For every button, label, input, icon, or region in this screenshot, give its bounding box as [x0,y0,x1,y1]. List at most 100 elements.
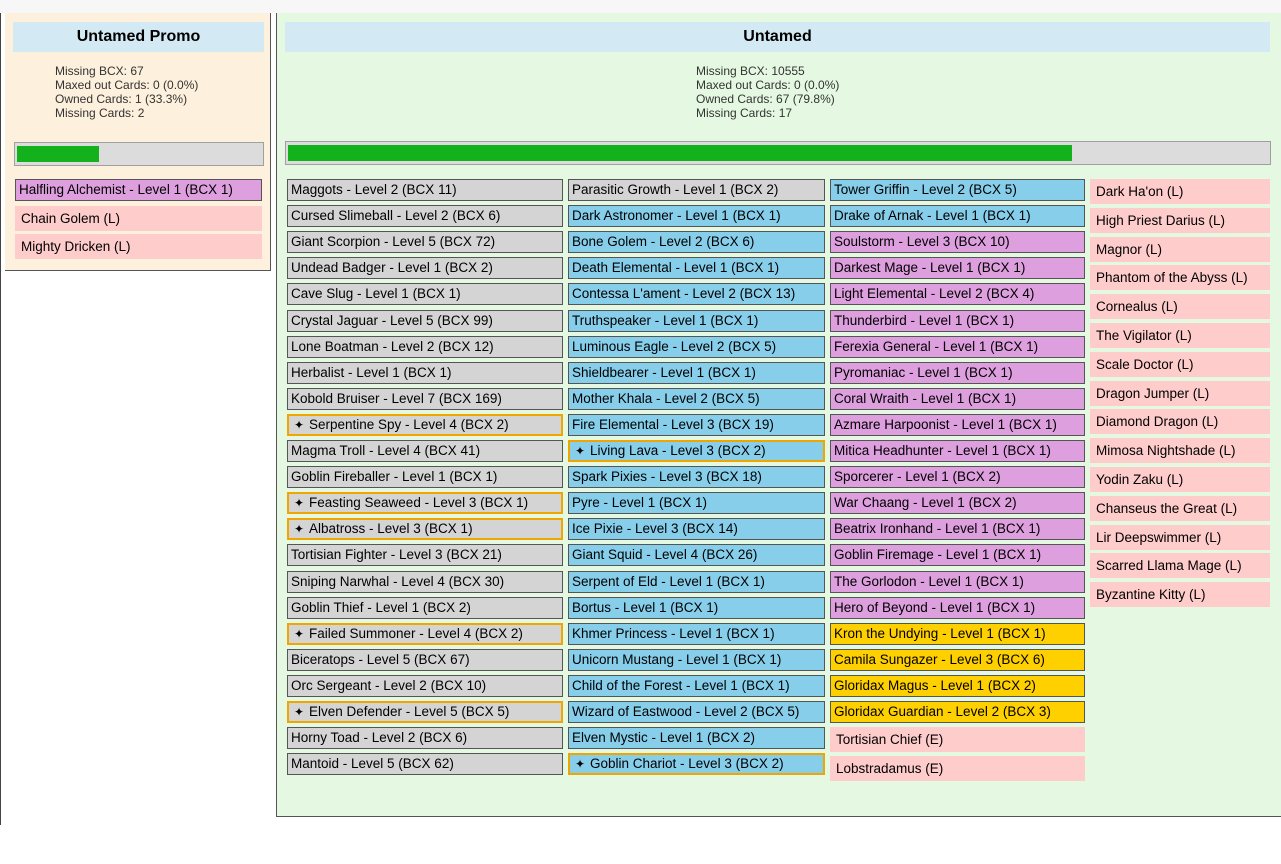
card-label: The Vigilator (L) [1096,328,1192,343]
card-sniping-narwhal[interactable]: Sniping Narwhal - Level 4 (BCX 30) [287,570,563,593]
card-mother-khala[interactable]: Mother Khala - Level 2 (BCX 5) [568,387,825,410]
card-beatrix-ironhand[interactable]: Beatrix Ironhand - Level 1 (BCX 1) [830,518,1085,541]
card-phantom-of-the-abyss[interactable]: Phantom of the Abyss (L) [1090,265,1270,291]
card-death-elemental[interactable]: Death Elemental - Level 1 (BCX 1) [568,257,825,280]
card-lone-boatman[interactable]: Lone Boatman - Level 2 (BCX 12) [287,335,563,358]
card-goblin-thief[interactable]: Goblin Thief - Level 1 (BCX 2) [287,596,563,619]
card-wizard-of-eastwood[interactable]: Wizard of Eastwood - Level 2 (BCX 5) [568,701,825,723]
card-label: Mother Khala - Level 2 (BCX 5) [572,390,760,406]
card-mitica-headhunter[interactable]: Mitica Headhunter - Level 1 (BCX 1) [830,440,1085,462]
card-scale-doctor[interactable]: Scale Doctor (L) [1090,351,1270,377]
card-parasitic-growth[interactable]: Parasitic Growth - Level 1 (BCX 2) [568,179,825,201]
card-darkest-mage[interactable]: Darkest Mage - Level 1 (BCX 1) [830,257,1085,280]
card-magnor[interactable]: Magnor (L) [1090,236,1270,262]
card-pyre[interactable]: Pyre - Level 1 (BCX 1) [568,492,825,515]
card-lir-deepswimmer[interactable]: Lir Deepswimmer (L) [1090,524,1270,550]
card-elven-mystic[interactable]: Elven Mystic - Level 1 (BCX 2) [568,727,825,750]
panel-title: Untamed [285,22,1270,52]
card-spark-pixies[interactable]: Spark Pixies - Level 3 (BCX 18) [568,466,825,489]
card-war-chaang[interactable]: War Chaang - Level 1 (BCX 2) [830,492,1085,515]
card-shieldbearer[interactable]: Shieldbearer - Level 1 (BCX 1) [568,361,825,384]
card-undead-badger[interactable]: Undead Badger - Level 1 (BCX 2) [287,257,563,280]
card-drake-of-arnak[interactable]: Drake of Arnak - Level 1 (BCX 1) [830,205,1085,228]
card-truthspeaker[interactable]: Truthspeaker - Level 1 (BCX 1) [568,309,825,332]
card-goblin-chariot[interactable]: ✦ Goblin Chariot - Level 3 (BCX 2) [568,753,825,776]
card-gloridax-guardian[interactable]: Gloridax Guardian - Level 2 (BCX 3) [830,701,1085,723]
card-feasting-seaweed[interactable]: ✦ Feasting Seaweed - Level 3 (BCX 1) [287,492,563,515]
card-high-priest-darius[interactable]: High Priest Darius (L) [1090,207,1270,233]
card-dark-astronomer[interactable]: Dark Astronomer - Level 1 (BCX 1) [568,205,825,228]
card-the-gorlodon[interactable]: The Gorlodon - Level 1 (BCX 1) [830,570,1085,593]
card-label: Azmare Harpoonist - Level 1 (BCX 1) [834,416,1057,432]
card-scarred-llama-mage[interactable]: Scarred Llama Mage (L) [1090,553,1270,579]
card-bortus[interactable]: Bortus - Level 1 (BCX 1) [568,596,825,619]
card-cornealus[interactable]: Cornealus (L) [1090,294,1270,320]
card-tower-griffin[interactable]: Tower Griffin - Level 2 (BCX 5) [830,179,1085,201]
card-chanseus-the-great[interactable]: Chanseus the Great (L) [1090,495,1270,521]
card-tortisian-chief[interactable]: Tortisian Chief (E) [830,727,1085,753]
card-soulstorm[interactable]: Soulstorm - Level 3 (BCX 10) [830,231,1085,254]
card-cursed-slimeball[interactable]: Cursed Slimeball - Level 2 (BCX 6) [287,205,563,228]
card-kron-the-undying[interactable]: Kron the Undying - Level 1 (BCX 1) [830,622,1085,645]
card-giant-squid[interactable]: Giant Squid - Level 4 (BCX 26) [568,544,825,567]
card-label: Albatross - Level 3 (BCX 1) [309,521,473,537]
card-dragon-jumper[interactable]: Dragon Jumper (L) [1090,380,1270,406]
card-khmer-princess[interactable]: Khmer Princess - Level 1 (BCX 1) [568,622,825,645]
card-giant-scorpion[interactable]: Giant Scorpion - Level 5 (BCX 72) [287,231,563,254]
card-mimosa-nightshade[interactable]: Mimosa Nightshade (L) [1090,438,1270,464]
card-camila-sungazer[interactable]: Camila Sungazer - Level 3 (BCX 6) [830,648,1085,671]
card-contessa-l-ament[interactable]: Contessa L'ament - Level 2 (BCX 13) [568,283,825,306]
card-albatross[interactable]: ✦ Albatross - Level 3 (BCX 1) [287,518,563,541]
card-biceratops[interactable]: Biceratops - Level 5 (BCX 67) [287,648,563,671]
card-byzantine-kitty[interactable]: Byzantine Kitty (L) [1090,582,1270,608]
card-horny-toad[interactable]: Horny Toad - Level 2 (BCX 6) [287,727,563,750]
card-bone-golem[interactable]: Bone Golem - Level 2 (BCX 6) [568,231,825,254]
card-failed-summoner[interactable]: ✦ Failed Summoner - Level 4 (BCX 2) [287,622,563,645]
card-luminous-eagle[interactable]: Luminous Eagle - Level 2 (BCX 5) [568,335,825,358]
card-coral-wraith[interactable]: Coral Wraith - Level 1 (BCX 1) [830,387,1085,410]
card-living-lava[interactable]: ✦ Living Lava - Level 3 (BCX 2) [568,440,825,462]
card-unicorn-mustang[interactable]: Unicorn Mustang - Level 1 (BCX 1) [568,648,825,671]
card-label: Coral Wraith - Level 1 (BCX 1) [834,390,1017,406]
card-label: Yodin Zaku (L) [1096,472,1184,487]
card-child-of-the-forest[interactable]: Child of the Forest - Level 1 (BCX 1) [568,674,825,697]
card-serpent-of-eld[interactable]: Serpent of Eld - Level 1 (BCX 1) [568,570,825,593]
card-label: Death Elemental - Level 1 (BCX 1) [572,260,780,276]
card-maggots[interactable]: Maggots - Level 2 (BCX 11) [287,179,563,201]
card-pyromaniac[interactable]: Pyromaniac - Level 1 (BCX 1) [830,361,1085,384]
card-fire-elemental[interactable]: Fire Elemental - Level 3 (BCX 19) [568,413,825,436]
card-serpentine-spy[interactable]: ✦ Serpentine Spy - Level 4 (BCX 2) [287,413,563,436]
card-label: Truthspeaker - Level 1 (BCX 1) [572,312,759,328]
card-goblin-fireballer[interactable]: Goblin Fireballer - Level 1 (BCX 1) [287,466,563,489]
card-tortisian-fighter[interactable]: Tortisian Fighter - Level 3 (BCX 21) [287,544,563,567]
card-mantoid[interactable]: Mantoid - Level 5 (BCX 62) [287,753,563,776]
card-crystal-jaguar[interactable]: Crystal Jaguar - Level 5 (BCX 99) [287,309,563,332]
card-label: The Gorlodon - Level 1 (BCX 1) [834,573,1024,589]
card-sporcerer[interactable]: Sporcerer - Level 1 (BCX 2) [830,466,1085,489]
card-mighty-dricken[interactable]: Mighty Dricken (L) [15,234,262,259]
card-dark-ha-on[interactable]: Dark Ha'on (L) [1090,179,1270,204]
card-ice-pixie[interactable]: Ice Pixie - Level 3 (BCX 14) [568,518,825,541]
card-the-vigilator[interactable]: The Vigilator (L) [1090,323,1270,348]
card-ferexia-general[interactable]: Ferexia General - Level 1 (BCX 1) [830,335,1085,358]
card-orc-sergeant[interactable]: Orc Sergeant - Level 2 (BCX 10) [287,674,563,697]
card-halfling-alchemist[interactable]: Halfling Alchemist - Level 1 (BCX 1) [15,179,262,201]
card-magma-troll[interactable]: Magma Troll - Level 4 (BCX 41) [287,440,563,462]
card-chain-golem[interactable]: Chain Golem (L) [15,205,262,231]
card-thunderbird[interactable]: Thunderbird - Level 1 (BCX 1) [830,309,1085,332]
card-hero-of-beyond[interactable]: Hero of Beyond - Level 1 (BCX 1) [830,596,1085,619]
card-elven-defender[interactable]: ✦ Elven Defender - Level 5 (BCX 5) [287,701,563,723]
card-kobold-bruiser[interactable]: Kobold Bruiser - Level 7 (BCX 169) [287,387,563,410]
card-label: Scarred Llama Mage (L) [1096,558,1242,574]
card-gloridax-magus[interactable]: Gloridax Magus - Level 1 (BCX 2) [830,674,1085,697]
card-yodin-zaku[interactable]: Yodin Zaku (L) [1090,467,1270,492]
card-lobstradamus[interactable]: Lobstradamus (E) [830,755,1085,781]
card-goblin-firemage[interactable]: Goblin Firemage - Level 1 (BCX 1) [830,544,1085,567]
foil-star-icon: ✦ [575,757,586,772]
card-herbalist[interactable]: Herbalist - Level 1 (BCX 1) [287,361,563,384]
card-cave-slug[interactable]: Cave Slug - Level 1 (BCX 1) [287,283,563,306]
card-label: Serpentine Spy - Level 4 (BCX 2) [309,416,509,432]
card-azmare-harpoonist[interactable]: Azmare Harpoonist - Level 1 (BCX 1) [830,413,1085,436]
card-diamond-dragon[interactable]: Diamond Dragon (L) [1090,409,1270,435]
card-light-elemental[interactable]: Light Elemental - Level 2 (BCX 4) [830,283,1085,306]
